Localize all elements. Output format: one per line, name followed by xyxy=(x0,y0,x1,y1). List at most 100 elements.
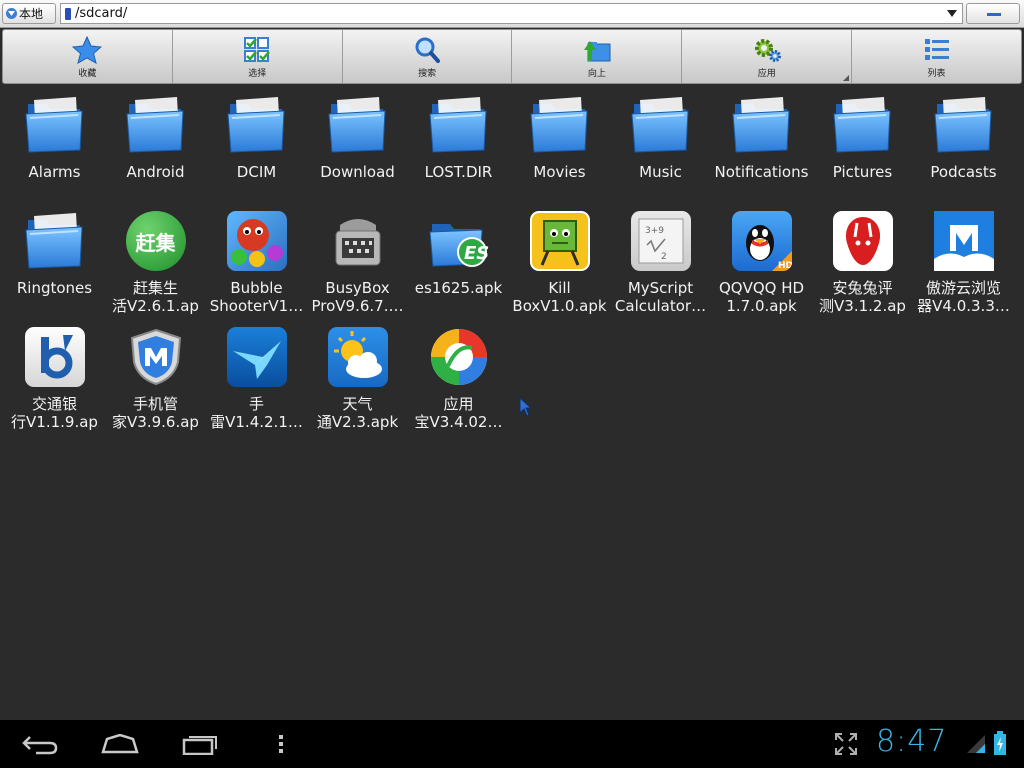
fullscreen-button[interactable] xyxy=(832,728,860,760)
file-name: Pictures xyxy=(832,163,893,181)
file-name: Movies xyxy=(533,163,586,181)
file-item[interactable]: 应用 宝V3.4.02… xyxy=(408,322,509,434)
minus-icon xyxy=(987,13,1001,16)
file-item[interactable]: 赶集 赶集生 活V2.6.1.ap xyxy=(105,206,206,318)
file-name: Android xyxy=(126,163,185,181)
bocom-icon xyxy=(24,326,86,388)
file-name: Bubble ShooterV1… xyxy=(209,279,304,315)
apps-label: 应用 xyxy=(757,69,776,79)
folder-icon xyxy=(529,94,591,156)
bubble-shooter-icon xyxy=(226,210,288,272)
file-name: Podcasts xyxy=(930,163,997,181)
file-item[interactable]: DCIM xyxy=(206,90,307,202)
favorites-label: 收藏 xyxy=(78,69,97,79)
ganji-badge: 赶集 xyxy=(135,230,176,255)
file-name: DCIM xyxy=(236,163,277,181)
file-item[interactable]: Kill BoxV1.0.apk xyxy=(509,206,610,318)
menu-button[interactable] xyxy=(270,728,292,760)
star-icon xyxy=(72,36,103,64)
mouse-cursor-icon xyxy=(519,397,533,417)
file-name: 应用 宝V3.4.02… xyxy=(414,395,503,431)
file-item[interactable]: Music xyxy=(610,90,711,202)
file-item[interactable]: 安兔兔评 测V3.1.2.ap xyxy=(812,206,913,318)
killbox-icon xyxy=(529,210,591,272)
svg-text:3+9: 3+9 xyxy=(645,226,664,236)
list-icon xyxy=(924,39,949,60)
file-name: 傲游云浏览 器V4.0.3.3… xyxy=(917,279,1010,315)
yingyongbao-icon xyxy=(428,326,490,388)
file-name: Music xyxy=(639,163,682,181)
es-folder-icon: ES xyxy=(428,210,490,272)
file-name: 手机管 家V3.9.6.ap xyxy=(112,395,199,431)
file-item[interactable]: 手 雷V1.4.2.1… xyxy=(206,322,307,434)
maxthon-icon xyxy=(933,210,995,272)
file-item[interactable]: Bubble ShooterV1… xyxy=(206,206,307,318)
search-button[interactable]: 搜索 xyxy=(343,30,513,83)
file-item[interactable]: 手机管 家V3.9.6.ap xyxy=(105,322,206,434)
file-item[interactable]: 交通银 行V1.1.9.ap xyxy=(4,322,105,434)
file-item[interactable]: Android xyxy=(105,90,206,202)
file-item[interactable]: Alarms xyxy=(4,90,105,202)
chevron-down-icon xyxy=(6,8,17,19)
myscript-icon: 3+9 2 xyxy=(630,210,692,272)
folder-icon xyxy=(630,94,692,156)
file-name: 手 雷V1.4.2.1… xyxy=(210,395,303,431)
file-item[interactable]: 傲游云浏览 器V4.0.3.3… xyxy=(913,206,1014,318)
folder-icon xyxy=(226,94,288,156)
folder-up-icon xyxy=(583,41,611,62)
file-name: BusyBox ProV9.6.7.… xyxy=(311,279,404,315)
folder-icon xyxy=(327,94,389,156)
location-dropdown-button[interactable]: 本地 xyxy=(2,3,56,24)
file-item[interactable]: Notifications xyxy=(711,90,812,202)
busybox-icon xyxy=(327,210,389,272)
up-label: 向上 xyxy=(587,69,606,79)
file-item[interactable]: Movies xyxy=(509,90,610,202)
home-button[interactable] xyxy=(98,728,142,760)
submenu-corner-icon xyxy=(843,75,850,81)
folder-icon xyxy=(125,94,187,156)
folder-icon xyxy=(731,94,793,156)
file-name: LOST.DIR xyxy=(424,163,493,181)
file-item[interactable]: BusyBox ProV9.6.7.… xyxy=(307,206,408,318)
toolbar: 收藏 选择 搜索 向上 应用 列表 xyxy=(2,29,1022,84)
file-item[interactable]: Pictures xyxy=(812,90,913,202)
file-name: Download xyxy=(320,163,395,181)
file-item[interactable]: 天气 通V2.3.apk xyxy=(307,322,408,434)
location-label: 本地 xyxy=(19,7,44,21)
svg-text:2: 2 xyxy=(661,252,667,262)
folder-icon xyxy=(832,94,894,156)
collapse-button[interactable] xyxy=(966,3,1020,24)
apps-button[interactable]: 应用 xyxy=(682,30,853,83)
gears-icon xyxy=(754,39,781,62)
file-item[interactable]: Podcasts xyxy=(913,90,1014,202)
favorites-button[interactable]: 收藏 xyxy=(3,30,173,83)
file-item[interactable]: Ringtones xyxy=(4,206,105,318)
path-dropdown-icon[interactable] xyxy=(947,10,957,17)
navigation-bar xyxy=(0,720,1024,768)
back-icon xyxy=(22,736,58,755)
recent-apps-button[interactable] xyxy=(178,728,222,760)
file-item[interactable]: ES es1625.apk xyxy=(408,206,509,318)
list-view-button[interactable]: 列表 xyxy=(852,30,1021,83)
wifi-signal-icon xyxy=(967,735,985,753)
file-item[interactable]: Download xyxy=(307,90,408,202)
shield-m-icon xyxy=(125,326,187,388)
file-name: 交通银 行V1.1.9.ap xyxy=(11,395,98,431)
file-item[interactable]: 3+9 2 MyScript Calculator… xyxy=(610,206,711,318)
path-input[interactable]: /sdcard/ xyxy=(60,3,963,24)
antutu-icon xyxy=(832,210,894,272)
folder-icon xyxy=(933,94,995,156)
qq-icon: HD xyxy=(731,210,793,272)
up-button[interactable]: 向上 xyxy=(512,30,683,83)
folder-icon xyxy=(24,210,86,272)
home-icon xyxy=(101,734,139,754)
file-name: 天气 通V2.3.apk xyxy=(316,395,399,431)
overflow-menu-icon xyxy=(279,735,283,753)
ganji-icon: 赶集 xyxy=(125,210,187,272)
file-item[interactable]: HD QQVQQ HD 1.7.0.apk xyxy=(711,206,812,318)
select-button[interactable]: 选择 xyxy=(173,30,343,83)
select-grid-icon xyxy=(244,37,271,62)
back-button[interactable] xyxy=(18,728,62,760)
file-item[interactable]: LOST.DIR xyxy=(408,90,509,202)
path-text: /sdcard/ xyxy=(75,6,128,21)
